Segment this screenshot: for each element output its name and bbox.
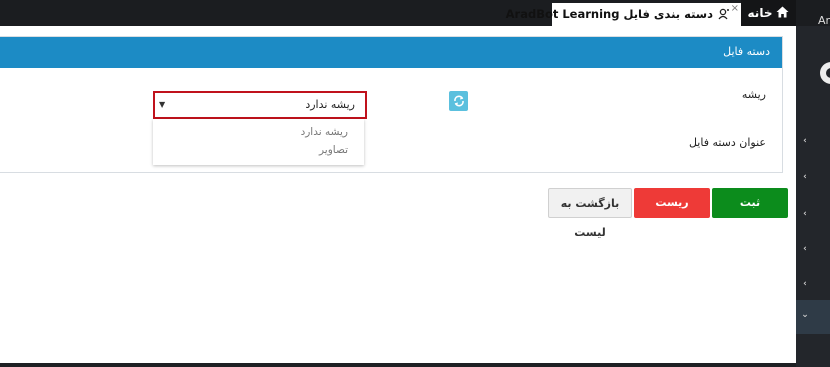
tab-label: دسته بندی فایل AradBot Learning <box>505 7 713 21</box>
home-tab-label: خانه <box>747 6 773 20</box>
main-content: دسته فایل ریشه ریشه ندارد ▼ ریشه ندارد ت… <box>0 26 796 363</box>
chevron-left-icon[interactable]: ‹ <box>799 279 811 289</box>
root-select-value: ریشه ندارد <box>305 98 355 111</box>
title-label: عنوان دسته فایل <box>688 136 766 149</box>
bottom-border <box>0 363 796 367</box>
root-label: ریشه <box>741 88 766 101</box>
dropdown-option[interactable]: تصاویر <box>153 141 364 159</box>
reset-button[interactable]: ریست <box>634 188 710 218</box>
submit-button[interactable]: ثبت <box>712 188 788 218</box>
sidebar-item-active[interactable]: ⌄ <box>796 300 830 334</box>
tab-home[interactable]: خانه <box>741 0 796 26</box>
home-icon <box>776 6 789 21</box>
close-icon[interactable]: × <box>731 3 739 14</box>
root-select[interactable]: ریشه ندارد ▼ <box>153 91 367 119</box>
user-icon <box>718 8 730 23</box>
tab-file-category[interactable]: × دسته بندی فایل AradBot Learning <box>506 3 741 26</box>
back-to-list-button[interactable]: بازگشت به لیست <box>548 188 632 239</box>
form-panel: دسته فایل ریشه ریشه ندارد ▼ ریشه ندارد ت… <box>0 36 783 173</box>
right-sidebar: ‹ ‹ ‹ ‹ ‹ ⌄ <box>796 26 830 367</box>
panel-title: دسته فایل <box>0 37 782 68</box>
chevron-left-icon[interactable]: ‹ <box>799 209 811 219</box>
chevron-down-icon: ⌄ <box>801 310 809 320</box>
avatar[interactable] <box>820 62 830 84</box>
top-bar: × دسته بندی فایل AradBot Learning خانه A… <box>0 0 830 27</box>
refresh-icon <box>453 92 465 111</box>
caret-down-icon: ▼ <box>159 100 166 109</box>
refresh-button[interactable] <box>449 91 468 111</box>
chevron-left-icon[interactable]: ‹ <box>799 136 811 146</box>
root-dropdown-menu: ریشه ندارد تصاویر <box>153 119 364 165</box>
dropdown-option[interactable]: ریشه ندارد <box>153 123 364 141</box>
chevron-left-icon[interactable]: ‹ <box>799 244 811 254</box>
chevron-left-icon[interactable]: ‹ <box>799 172 811 182</box>
